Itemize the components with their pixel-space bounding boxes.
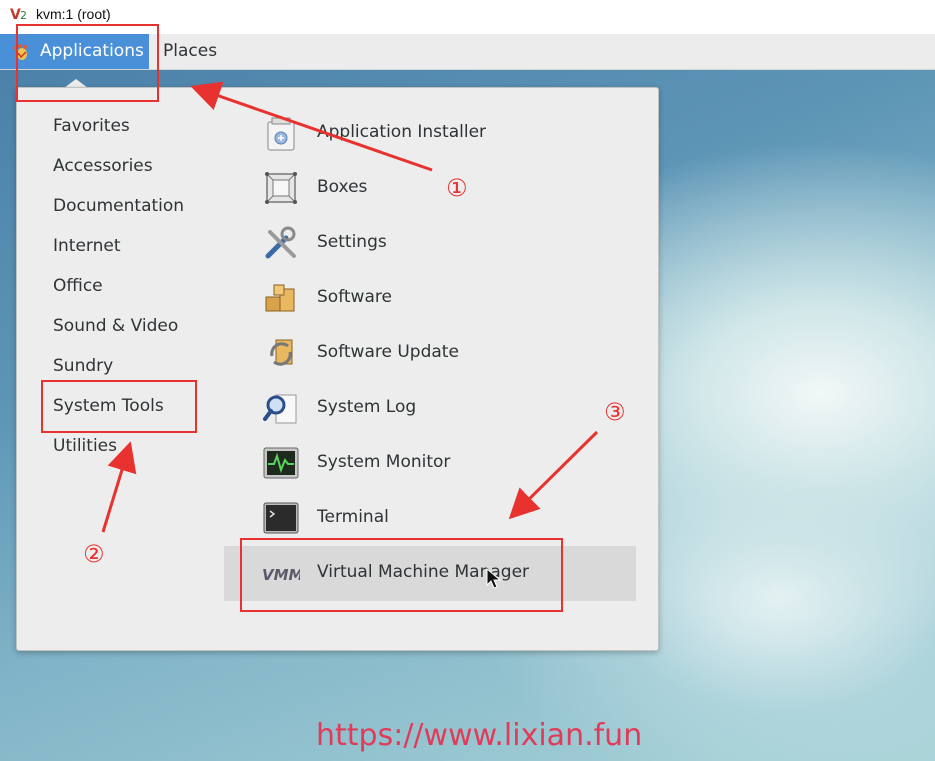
annotation-arrows — [101, 81, 599, 533]
annotation-number-3: ③ — [604, 398, 626, 426]
annotation-number-1: ① — [446, 174, 468, 202]
arrow-step1 — [190, 81, 433, 172]
arrow-step2 — [101, 441, 137, 533]
watermark-url: https://www.lixian.fun — [316, 718, 643, 753]
annotation-number-2: ② — [83, 540, 105, 568]
arrow-step3 — [508, 430, 599, 520]
